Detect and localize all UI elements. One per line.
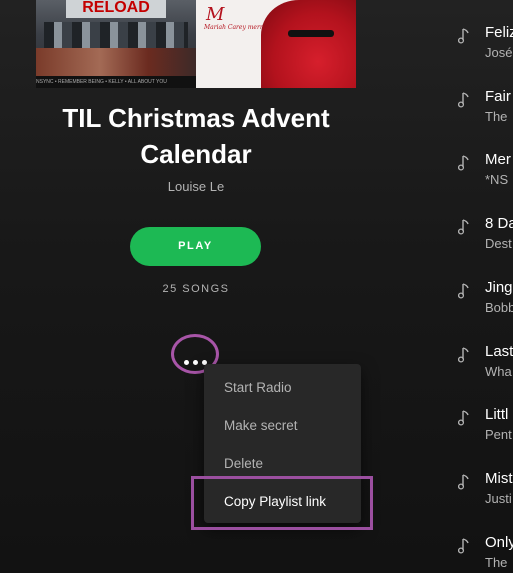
track-artist[interactable]: Justi [485,491,512,506]
music-note-icon [458,28,469,44]
track-title: Jing [485,279,513,296]
cover-album-right: M Mariah Carey merry christmas [196,0,356,88]
music-note-icon [458,92,469,108]
song-count: 25 SONGS [162,283,230,295]
track-artist[interactable]: The [485,555,507,570]
cover-stage [36,48,196,76]
play-button[interactable]: PLAY [130,227,261,266]
track-row[interactable]: Mer *NS [454,151,513,201]
music-note-icon [458,283,469,299]
track-list: Feliz José Fair The Mer *NS 8 Da Dest Ji… [454,0,513,573]
cover-album-left: RELOAD NSYNC • REMEMBER BEING • KELLY • … [36,0,196,88]
track-artist[interactable]: Pent [485,427,512,442]
music-note-icon [458,347,469,363]
track-title: Only [485,534,513,551]
track-row[interactable]: 8 Da Dest [454,215,513,265]
track-title: Littl [485,406,509,423]
cover-screens [44,22,188,48]
music-note-icon [458,538,469,554]
cover-strip-text: NSYNC • REMEMBER BEING • KELLY • ALL ABO… [36,76,196,88]
track-row[interactable]: Last Wha [454,343,513,393]
music-note-icon [458,410,469,426]
menu-item-start-radio[interactable]: Start Radio [224,380,292,395]
track-row[interactable]: Fair The [454,88,513,138]
track-title: Feliz [485,24,513,41]
track-row[interactable]: Mist Justi [454,470,513,520]
track-artist[interactable]: Bobb [485,300,513,315]
track-artist[interactable]: Dest [485,236,512,251]
music-note-icon [458,155,469,171]
playlist-cover: RELOAD NSYNC • REMEMBER BEING • KELLY • … [36,0,356,88]
cover-dress-shape [261,0,356,88]
track-row[interactable]: Only The [454,534,513,573]
cover-script-text: M [206,4,225,25]
track-row[interactable]: Littl Pent [454,406,513,456]
annotation-highlight-box [191,476,373,530]
music-note-icon [458,219,469,235]
track-row[interactable]: Feliz José [454,24,513,74]
cover-banner-text: RELOAD [66,0,166,18]
menu-item-delete[interactable]: Delete [224,456,263,471]
playlist-owner[interactable]: Louise Le [36,179,356,194]
track-row[interactable]: Jing Bobb [454,279,513,329]
track-title: Mer [485,151,511,168]
track-artist[interactable]: José [485,45,512,60]
track-artist[interactable]: *NS [485,172,508,187]
track-title: Last [485,343,513,360]
track-title: Fair [485,88,511,105]
track-title: Mist [485,470,513,487]
playlist-title: TIL Christmas Advent Calendar [62,103,330,169]
cover-belt-shape [288,30,334,37]
track-title: 8 Da [485,215,513,232]
music-note-icon [458,474,469,490]
track-artist[interactable]: The [485,109,507,124]
track-artist[interactable]: Wha [485,364,512,379]
menu-item-make-secret[interactable]: Make secret [224,418,298,433]
